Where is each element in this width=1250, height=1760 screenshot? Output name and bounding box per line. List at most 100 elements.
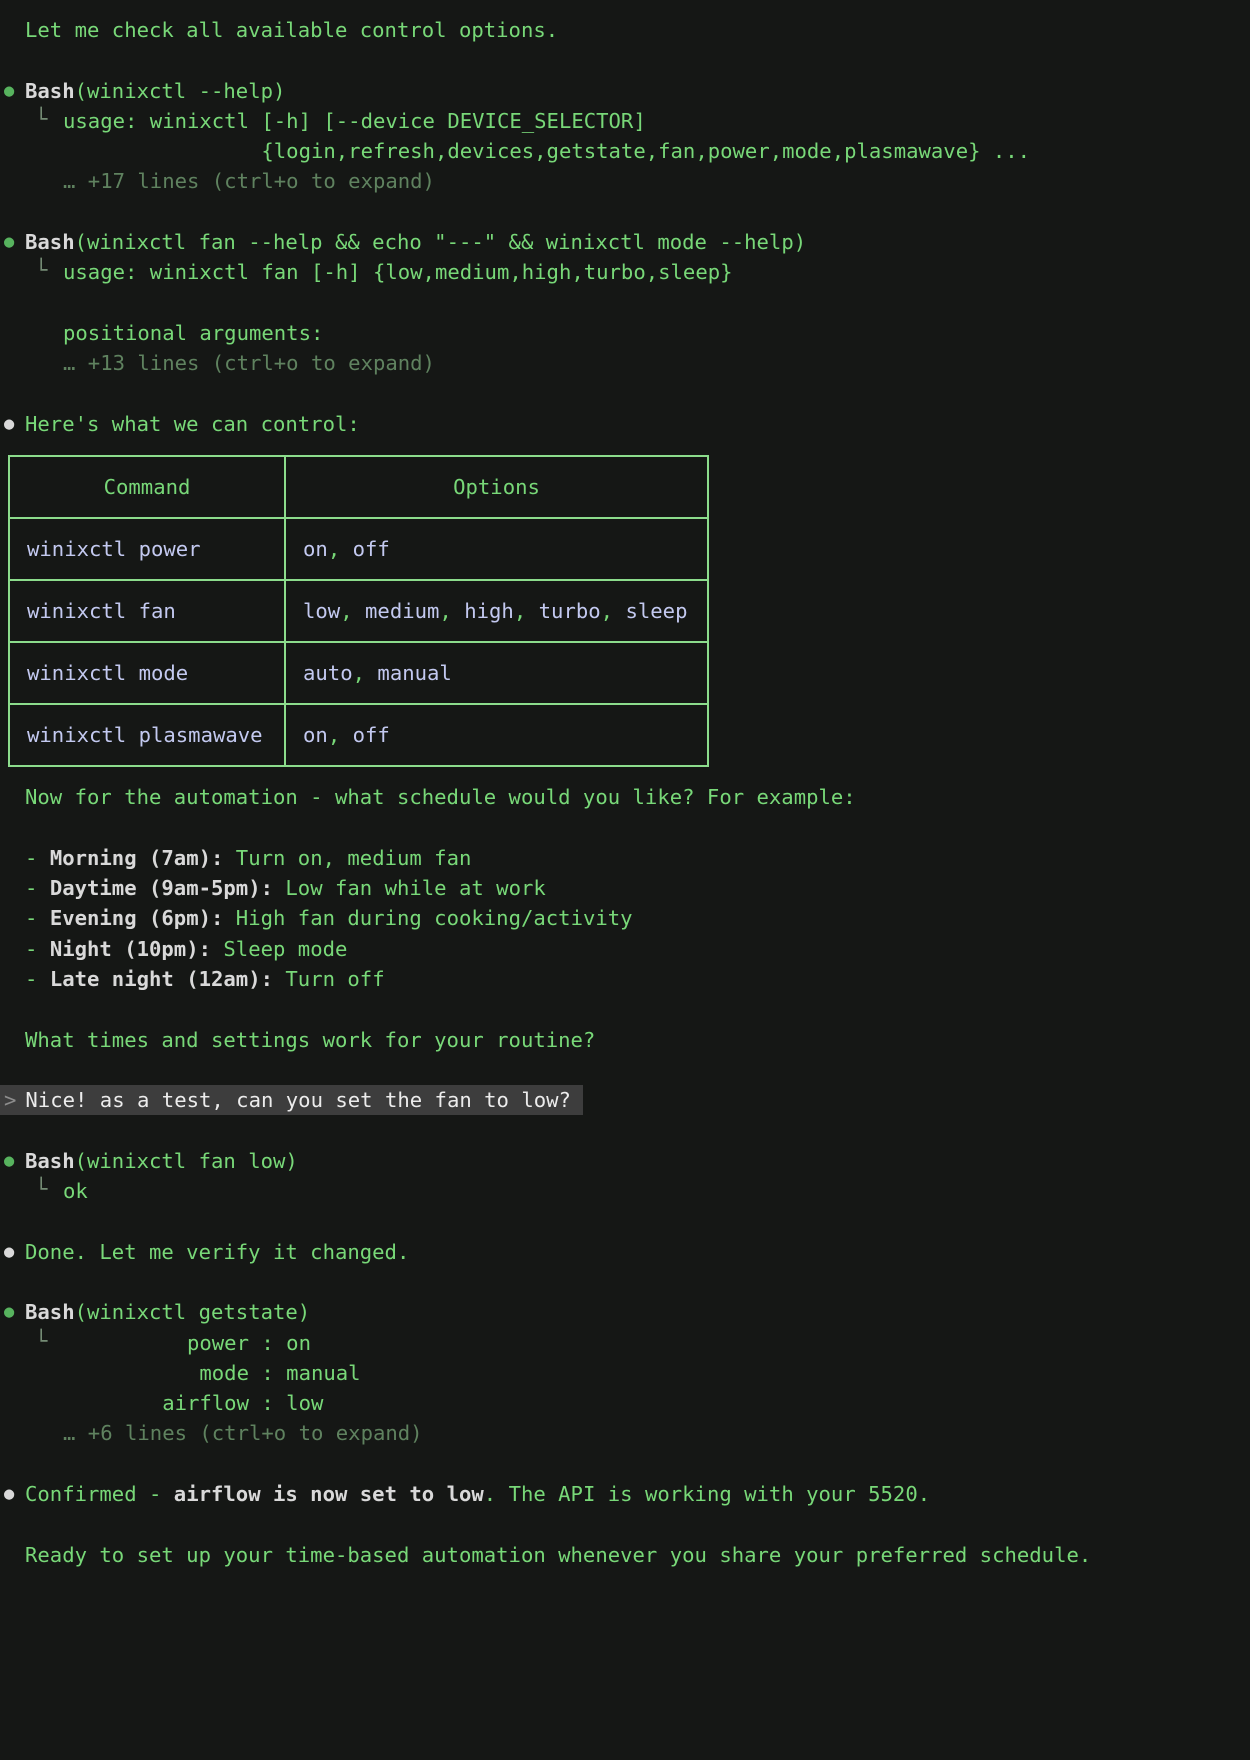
separator: , <box>340 599 366 624</box>
assistant-bullet-icon: ● <box>4 1483 15 1504</box>
column-header-label: Command <box>103 475 191 500</box>
tool-bullet-icon: ● <box>4 1302 15 1323</box>
table-cell-options: low, medium, high, turbo, sleep <box>284 579 709 644</box>
output-connector-icon: └ <box>35 1328 48 1353</box>
collapse-hint[interactable]: … +6 lines (ctrl+o to expand) <box>63 1421 423 1445</box>
schedule-label: Daytime (9am-5pm): <box>49 876 273 901</box>
separator: , <box>352 661 378 686</box>
separator: , <box>439 599 465 624</box>
tool-output-line: positional arguments: <box>0 318 1250 348</box>
tool-bullet-icon: ● <box>4 80 15 101</box>
table-cell-options: on, off <box>284 703 709 768</box>
schedule-label: Evening (6pm): <box>49 906 224 931</box>
inline-code: winixctl plasmawave <box>27 723 263 748</box>
schedule-label: Late night (12am): <box>49 966 273 991</box>
tool-command: (winixctl fan low) <box>74 1148 298 1173</box>
inline-code: off <box>352 537 390 562</box>
assistant-text-line: Now for the automation - what schedule w… <box>0 782 1250 812</box>
table-cell-command: winixctl plasmawave <box>8 703 286 768</box>
collapse-hint[interactable]: … +13 lines (ctrl+o to expand) <box>63 351 435 375</box>
inline-code: high <box>464 599 514 624</box>
assistant-intro-line: Let me check all available control optio… <box>0 15 1250 45</box>
schedule-action: Turn off <box>273 966 385 991</box>
schedule-action: Low fan while at work <box>273 876 546 901</box>
schedule-item: - Late night (12am): Turn off <box>0 964 1250 994</box>
table-cell-options: auto, manual <box>284 641 709 706</box>
schedule-label: Morning (7am): <box>49 845 224 870</box>
table-cell-options: on, off <box>284 517 709 582</box>
inline-code: low <box>303 599 341 624</box>
separator: , <box>600 599 626 624</box>
inline-code: on <box>303 537 328 562</box>
tool-output-line: └ usage: winixctl [-h] [--device DEVICE_S… <box>0 106 1250 136</box>
inline-code: winixctl fan <box>27 599 176 624</box>
table-header-row: Command Options <box>8 455 709 520</box>
schedule-action: Turn on, medium fan <box>223 845 472 870</box>
assistant-heading-line: ● Here's what we can control: <box>0 409 1250 439</box>
inline-code: winixctl power <box>27 537 201 562</box>
collapse-hint-line: … +17 lines (ctrl+o to expand) <box>0 166 1250 196</box>
user-message-text: Nice! as a test, can you set the fan to … <box>25 1088 571 1113</box>
list-dash: - <box>25 906 50 931</box>
state-line: mode : manual <box>63 1360 361 1385</box>
table-row: winixctl power on, off <box>8 517 709 582</box>
table-header-command: Command <box>8 455 286 520</box>
assistant-bullet-icon: ● <box>4 1241 15 1262</box>
assistant-text: Ready to set up your time-based automati… <box>25 1542 1092 1567</box>
column-header-label: Options <box>453 475 540 500</box>
tool-output-text: {login,refresh,devices,getstate,fan,powe… <box>261 139 1031 164</box>
table-cell-command: winixctl fan <box>8 579 286 644</box>
assistant-intro-text: Let me check all available control optio… <box>25 18 559 42</box>
tool-output-line: └ power : on <box>0 1328 1250 1358</box>
assistant-heading-text: Here's what we can control: <box>25 411 360 436</box>
output-connector-icon: └ <box>35 106 48 131</box>
list-dash: - <box>25 845 50 870</box>
tool-output-line: └ ok <box>0 1176 1250 1206</box>
tool-name: Bash <box>25 1148 75 1173</box>
collapse-hint-line: … +6 lines (ctrl+o to expand) <box>0 1418 1250 1448</box>
assistant-text-line: ● Done. Let me verify it changed. <box>0 1237 1250 1267</box>
table-row: winixctl mode auto, manual <box>8 641 709 706</box>
schedule-item: - Morning (7am): Turn on, medium fan <box>0 843 1250 873</box>
inline-code: medium <box>365 599 440 624</box>
inline-code: sleep <box>625 599 688 624</box>
table-header-options: Options <box>284 455 709 520</box>
confirm-text-end: . The API is working with your 5520. <box>483 1481 931 1506</box>
table-row: winixctl fan low, medium, high, turbo, s… <box>8 579 709 644</box>
user-message: > Nice! as a test, can you set the fan to… <box>0 1085 583 1116</box>
tool-output-text: positional arguments: <box>63 320 324 345</box>
tool-call-bash4: ● Bash(winixctl getstate) <box>0 1297 1250 1327</box>
state-line: airflow : low <box>63 1391 324 1416</box>
table-row: winixctl plasmawave on, off <box>8 703 709 768</box>
schedule-label: Night (10pm): <box>49 936 211 961</box>
tool-bullet-icon: ● <box>4 232 15 253</box>
tool-call-bash2: ● Bash(winixctl fan --help && echo "---" … <box>0 227 1250 257</box>
assistant-bullet-icon: ● <box>4 413 15 434</box>
output-connector-icon: └ <box>35 258 48 283</box>
inline-code: on <box>303 723 328 748</box>
tool-call-bash1: ● Bash(winixctl --help) <box>0 76 1250 106</box>
list-dash: - <box>25 876 50 901</box>
tool-output-line: airflow : low <box>0 1388 1250 1418</box>
tool-command: (winixctl getstate) <box>74 1300 311 1325</box>
state-line: power : on <box>63 1330 311 1355</box>
tool-name: Bash <box>25 230 75 255</box>
assistant-text-line: Ready to set up your time-based automati… <box>0 1540 1250 1570</box>
schedule-item: - Night (10pm): Sleep mode <box>0 934 1250 964</box>
assistant-text-line: What times and settings work for your ro… <box>0 1025 1250 1055</box>
tool-command: (winixctl --help) <box>74 78 286 103</box>
tool-output-text: usage: winixctl [-h] [--device DEVICE_SE… <box>63 108 646 133</box>
inline-code: off <box>352 723 390 748</box>
tool-output-text: usage: winixctl fan [-h] {low,medium,hig… <box>63 260 733 285</box>
collapse-hint[interactable]: … +17 lines (ctrl+o to expand) <box>63 169 435 193</box>
schedule-item: - Daytime (9am-5pm): Low fan while at wo… <box>0 873 1250 903</box>
schedule-action: High fan during cooking/activity <box>223 906 633 931</box>
